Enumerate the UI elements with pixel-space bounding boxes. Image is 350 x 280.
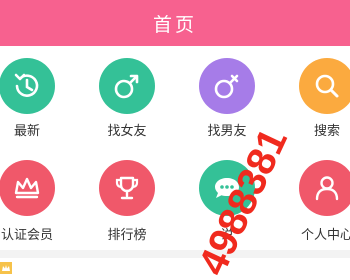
grid-item-find-boyfriend[interactable]: 找男友 (177, 46, 277, 146)
crown-badge-icon (0, 262, 12, 274)
chat-icon (199, 160, 255, 216)
grid-item-label: 个人中心 (300, 228, 350, 243)
search-icon (299, 58, 350, 114)
content-card (0, 258, 350, 280)
male-icon (99, 58, 155, 114)
grid-item-label: 找男友 (207, 124, 247, 139)
history-icon (0, 58, 55, 114)
grid-item-verified-member[interactable]: 认证会员 (0, 150, 77, 250)
person-icon (299, 160, 350, 216)
grid-item-label: 找女友 (107, 124, 147, 139)
page-title: 首页 (152, 13, 197, 36)
grid-item-latest[interactable]: 最新 (0, 46, 77, 146)
feature-grid: 最新 找女友 找男友 搜索 认证会员 排行榜 说 个人中心 (0, 46, 350, 250)
top-bar: 首页 (0, 0, 350, 46)
trophy-icon (99, 160, 155, 216)
grid-item-leaderboard[interactable]: 排行榜 (77, 150, 177, 250)
grid-item-search[interactable]: 搜索 (277, 46, 350, 146)
grid-item-label: 最新 (13, 124, 40, 139)
grid-item-profile[interactable]: 个人中心 (277, 150, 350, 250)
grid-item-talk[interactable]: 说 (177, 150, 277, 250)
grid-item-label: 搜索 (313, 124, 340, 139)
grid-item-find-girlfriend[interactable]: 找女友 (77, 46, 177, 146)
grid-item-label: 排行榜 (107, 228, 147, 243)
crown-icon (0, 160, 55, 216)
female-icon (199, 58, 255, 114)
grid-item-label: 说 (220, 228, 234, 243)
grid-item-label: 认证会员 (0, 228, 53, 243)
